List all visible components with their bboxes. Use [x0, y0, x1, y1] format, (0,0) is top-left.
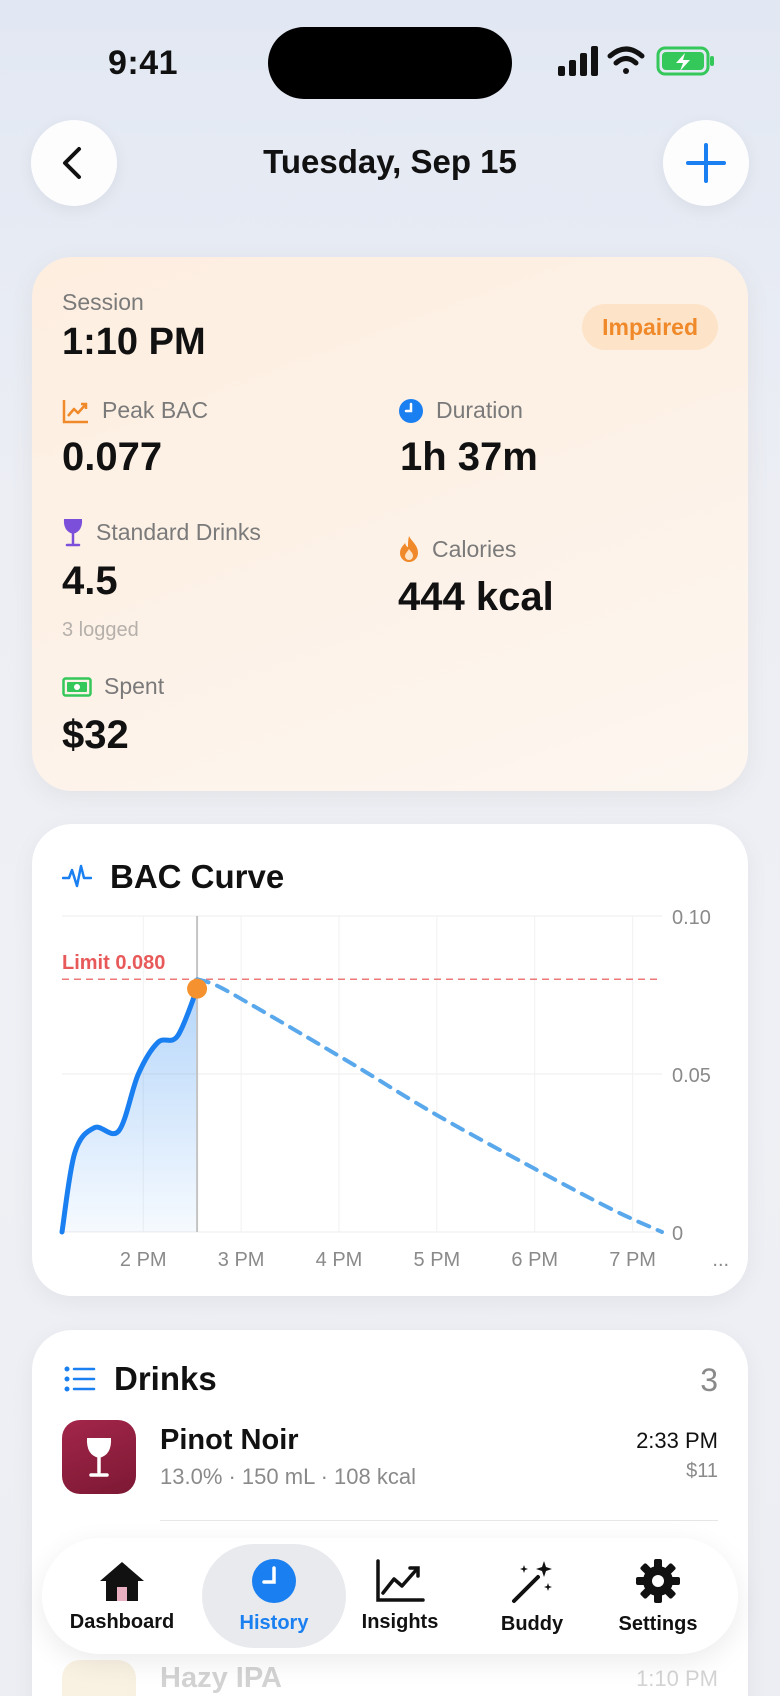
x-tick-label: 5 PM: [414, 1249, 461, 1271]
trend-up-icon: [62, 399, 88, 423]
status-bar: 9:41: [0, 0, 780, 120]
wine-glass-icon: [86, 1438, 112, 1477]
x-tick-label: 3 PM: [218, 1249, 265, 1271]
tab-insights[interactable]: Insights: [344, 1538, 456, 1654]
calories-label: Calories: [432, 535, 517, 562]
wine-glass-icon: [63, 519, 83, 547]
y-tick-label: 0.05: [672, 1065, 711, 1087]
peak-bac-value: 0.077: [62, 435, 163, 479]
drink-time: 2:33 PM: [636, 1428, 718, 1453]
y-tick-label: 0: [672, 1223, 683, 1245]
tab-label: Buddy: [500, 1612, 564, 1635]
bac-series-projected: [195, 977, 664, 1234]
drink-name: Pinot Noir: [160, 1424, 299, 1456]
drink-name: Hazy IPA: [160, 1662, 282, 1694]
spent-label: Spent: [104, 673, 165, 699]
drinks-header: Drinks: [64, 1360, 217, 1398]
session-label: Session: [62, 289, 144, 315]
tab-label: History: [239, 1611, 309, 1634]
bac-curve-card: BAC Curve 0.10 0.05 0 2 PM 3 PM 4 PM 5 PM 6 PM 7…: [32, 824, 748, 1296]
house-icon: [100, 1561, 144, 1601]
drinks-logged-count: 3 logged: [62, 619, 139, 641]
x-tick-label: 6 PM: [511, 1249, 558, 1271]
drink-time: 1:10 PM: [636, 1666, 718, 1691]
tab-bar: Dashboard History Insights Buddy Setting…: [42, 1538, 738, 1654]
dynamic-island: [268, 27, 512, 99]
signal-icon: [558, 46, 598, 76]
spent-header: Spent: [62, 673, 164, 700]
tab-label: Settings: [618, 1612, 698, 1635]
duration-header: Duration: [398, 397, 523, 424]
peak-marker: [187, 978, 208, 999]
list-icon: [64, 1366, 96, 1392]
drink-row[interactable]: Pinot Noir 13.0% · 150 mL · 108 kcal 2:3…: [32, 1420, 748, 1520]
tab-label: Dashboard: [69, 1610, 175, 1633]
standard-drinks-header: Standard Drinks: [62, 517, 261, 547]
limit-label: Limit 0.080: [62, 952, 165, 974]
x-tick-label: 2 PM: [120, 1249, 167, 1271]
tab-settings[interactable]: Settings: [602, 1538, 714, 1654]
drink-row[interactable]: Hazy IPA 1:10 PM: [32, 1652, 748, 1696]
banknote-icon: [62, 676, 92, 697]
y-tick-label: 0.10: [672, 907, 711, 929]
clock-icon: [399, 398, 423, 423]
clock-icon: [252, 1558, 296, 1603]
drink-thumbnail: [62, 1420, 136, 1494]
drink-price: $11: [686, 1460, 718, 1482]
peak-bac-label: Peak BAC: [102, 397, 209, 423]
session-time: 1:10 PM: [62, 321, 206, 363]
tab-history[interactable]: History: [218, 1538, 330, 1654]
standard-drinks-value: 4.5: [62, 559, 118, 603]
bac-chart[interactable]: 0.10 0.05 0 2 PM 3 PM 4 PM 5 PM 6 PM 7 PM ... Limi…: [32, 824, 748, 1296]
chart-icon: [376, 1558, 425, 1602]
drink-details: 13.0% · 150 mL · 108 kcal: [160, 1464, 416, 1489]
calories-header: Calories: [398, 535, 516, 563]
x-tick-label: 4 PM: [316, 1249, 363, 1271]
wifi-icon: [607, 46, 645, 74]
status-icons: [558, 46, 714, 76]
add-drink-button[interactable]: [663, 120, 749, 206]
peak-bac-header: Peak BAC: [62, 397, 208, 424]
spent-value: $32: [62, 713, 129, 757]
plus-icon: [686, 143, 726, 183]
status-badge: Impaired: [582, 304, 718, 350]
sparkles-icon: [512, 1560, 552, 1603]
calories-value: 444 kcal: [398, 575, 554, 619]
tab-buddy[interactable]: Buddy: [476, 1538, 588, 1654]
standard-drinks-label: Standard Drinks: [96, 518, 261, 545]
duration-value: 1h 37m: [400, 435, 538, 479]
drinks-title: Drinks: [114, 1360, 217, 1397]
x-tick-label: 7 PM: [609, 1249, 656, 1271]
duration-label: Duration: [436, 397, 523, 423]
battery-icon: [656, 46, 714, 76]
gear-icon: [636, 1558, 680, 1603]
session-summary-card: Session 1:10 PM Impaired Peak BAC 0.077 …: [32, 257, 748, 791]
x-tick-label: ...: [712, 1249, 729, 1271]
tab-label: Insights: [361, 1610, 439, 1633]
tab-dashboard[interactable]: Dashboard: [66, 1538, 178, 1654]
flame-icon: [400, 536, 418, 562]
row-divider: [160, 1520, 718, 1521]
drink-thumbnail: [62, 1660, 136, 1696]
drinks-count: 3: [700, 1362, 718, 1398]
status-time: 9:41: [108, 44, 179, 82]
